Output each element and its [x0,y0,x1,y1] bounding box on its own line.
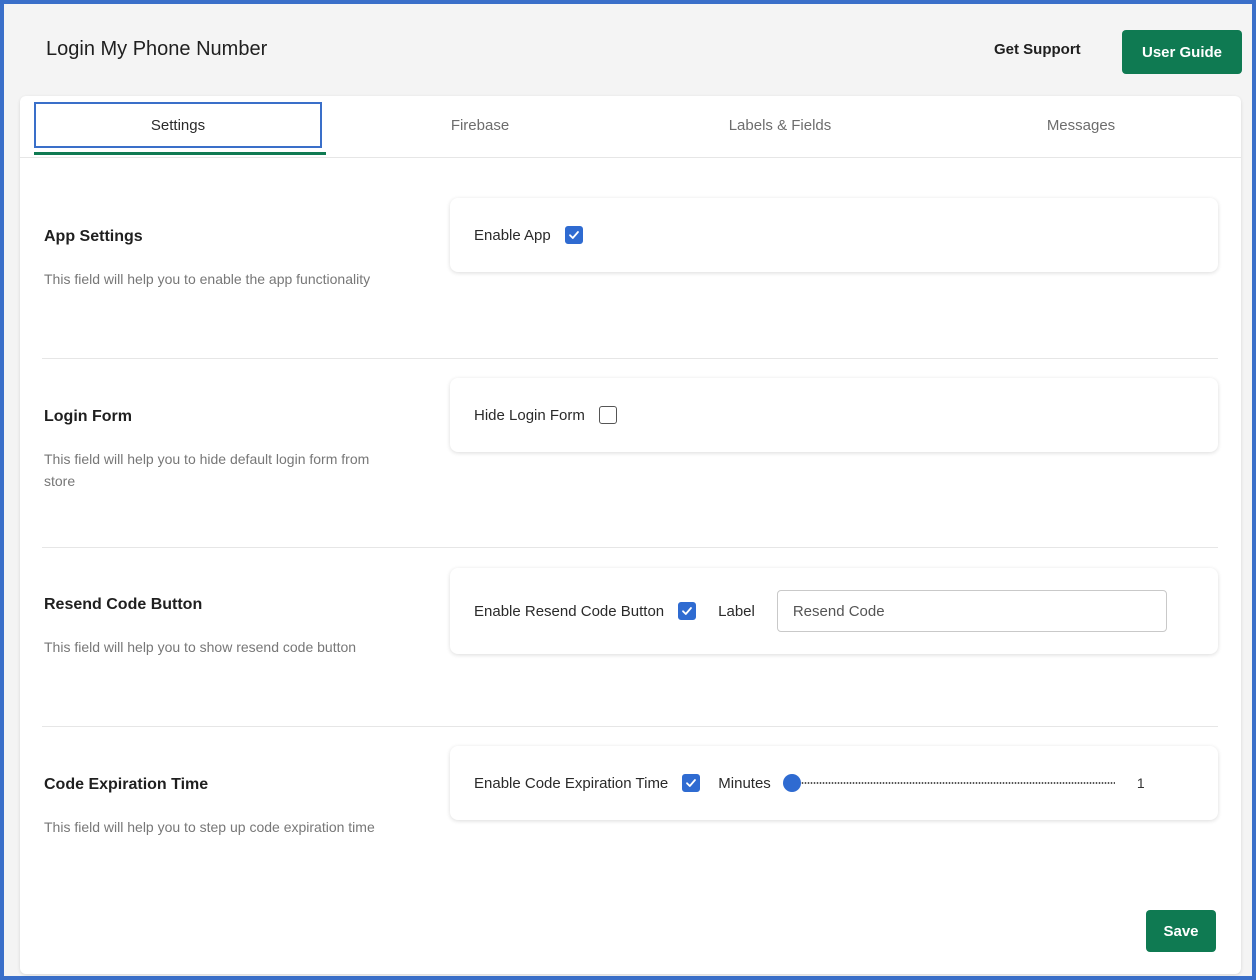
app-settings-info: App Settings This field will help you to… [44,228,404,290]
section-title: Code Expiration Time [44,776,209,793]
code-expiration-info: Code Expiration Time This field will hel… [44,776,404,838]
user-guide-button[interactable]: User Guide [1122,30,1242,74]
login-form-option-card: Hide Login Form [450,378,1218,452]
enable-code-expiration-label: Enable Code Expiration Time [474,774,669,792]
enable-app-label: Enable App [474,226,551,244]
section-description: This field will help you to show resend … [44,639,357,655]
check-icon [682,607,693,615]
tab-firebase[interactable]: Firebase [338,102,622,148]
minutes-caption: Minutes [718,774,771,792]
slider-track [782,782,1115,784]
section-divider [42,547,1218,548]
tab-messages[interactable]: Messages [938,102,1224,148]
resend-code-label-input[interactable] [776,590,1167,632]
tab-settings[interactable]: Settings [34,102,322,148]
get-support-link[interactable]: Get Support [994,41,1081,58]
code-expiration-option-card: Enable Code Expiration Time Minutes 1 [450,746,1218,820]
slider-thumb[interactable] [782,774,801,792]
section-divider [42,358,1218,359]
check-icon [568,231,579,239]
settings-card: Settings Firebase Labels & Fields Messag… [20,96,1241,974]
tab-bar: Settings Firebase Labels & Fields Messag… [20,96,1241,158]
hide-login-form-checkbox[interactable] [598,406,617,424]
resend-code-info: Resend Code Button This field will help … [44,596,404,658]
enable-resend-code-label: Enable Resend Code Button [474,602,665,620]
section-divider [42,726,1218,727]
save-button[interactable]: Save [1146,910,1216,952]
tab-labels-fields[interactable]: Labels & Fields [632,102,928,148]
section-title: Login Form [44,408,132,425]
minutes-value: 1 [1136,775,1145,791]
check-icon [686,779,697,787]
section-description: This field will help you to hide default… [44,451,370,489]
login-form-info: Login Form This field will help you to h… [44,408,404,492]
resend-label-caption: Label [718,602,755,620]
enable-resend-code-checkbox[interactable] [678,602,697,620]
active-tab-indicator [34,152,326,155]
resend-code-option-card: Enable Resend Code Button Label [450,568,1218,654]
hide-login-form-label: Hide Login Form [474,406,585,424]
top-bar: Login My Phone Number Get Support User G… [4,4,1252,96]
enable-code-expiration-checkbox[interactable] [682,774,701,792]
page-title: Login My Phone Number [46,38,268,60]
expiration-minutes-slider[interactable] [782,774,1115,792]
section-description: This field will help you to enable the a… [44,271,371,287]
app-settings-option-card: Enable App [450,198,1218,272]
section-description: This field will help you to step up code… [44,819,375,835]
section-title: Resend Code Button [44,596,203,613]
section-title: App Settings [44,228,143,245]
enable-app-checkbox[interactable] [564,226,583,244]
